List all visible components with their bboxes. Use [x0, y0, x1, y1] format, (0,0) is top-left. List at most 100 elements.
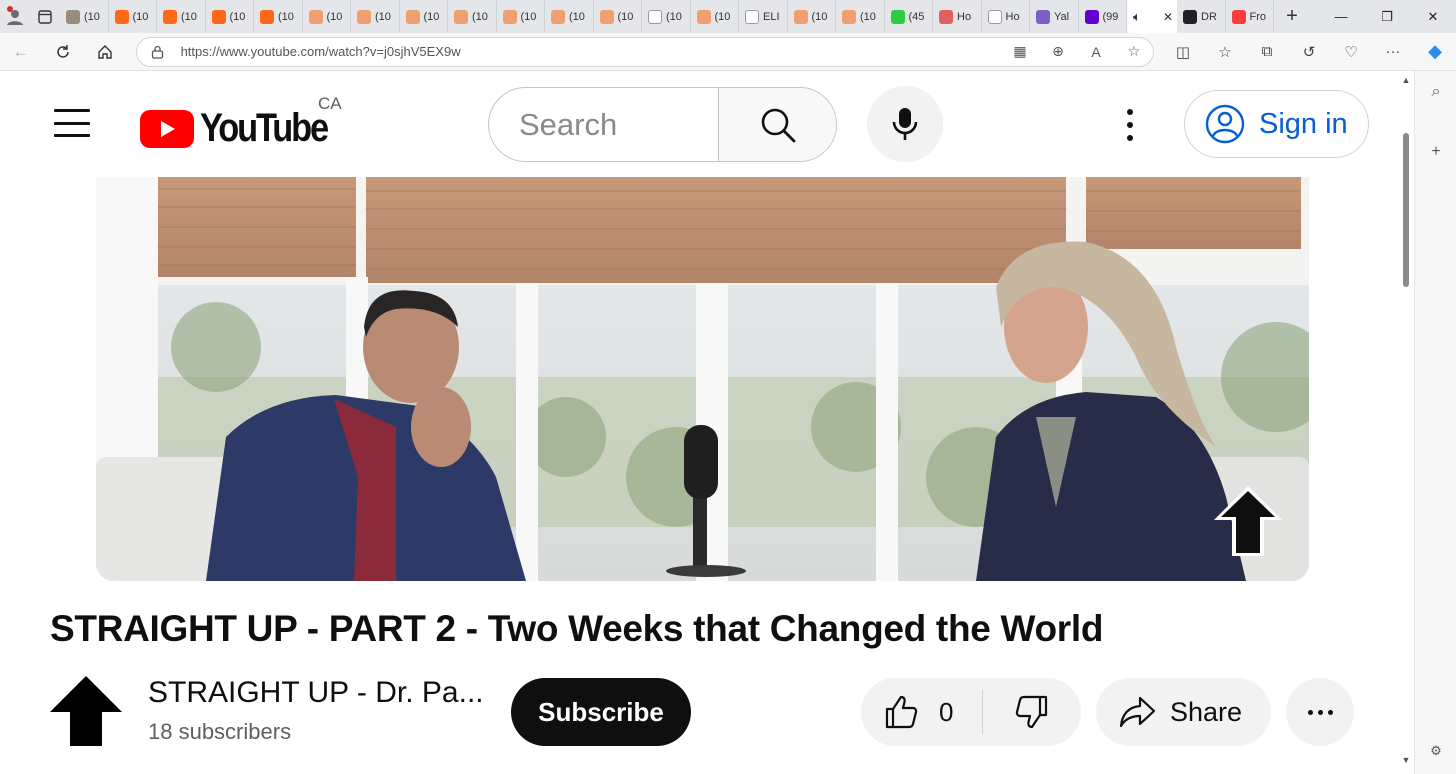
tab-2[interactable]: (10: [109, 0, 157, 33]
tab-22[interactable]: (99: [1079, 0, 1127, 33]
substack-favicon-icon: [163, 9, 177, 24]
tab-21[interactable]: Yal: [1030, 0, 1079, 33]
tab-19[interactable]: Ho: [933, 0, 982, 33]
video-player[interactable]: [96, 177, 1309, 581]
yahoo-favicon-icon: [1036, 9, 1050, 24]
browser-sidebar: ⌕ + ⚙: [1414, 71, 1456, 774]
home-button[interactable]: [84, 33, 126, 71]
substack-favicon-icon: [502, 9, 517, 24]
notification-dot: [7, 6, 13, 12]
favorite-star-icon[interactable]: ☆: [1115, 43, 1153, 60]
collections-icon[interactable]: ⧉: [1246, 33, 1288, 71]
tab-17[interactable]: (10: [836, 0, 885, 33]
search-input[interactable]: [519, 106, 718, 143]
dislike-button[interactable]: [983, 678, 1081, 746]
back-button[interactable]: ←: [0, 33, 42, 71]
guide-menu-button[interactable]: [54, 109, 90, 137]
channel-name[interactable]: STRAIGHT UP - Dr. Pa...: [148, 676, 484, 710]
tab-label: (10: [375, 10, 391, 23]
page-favicon-icon: [648, 9, 662, 24]
speaker-icon[interactable]: 🔈︎: [1133, 9, 1141, 25]
page-scrollbar[interactable]: ▲ ▼: [1398, 71, 1414, 774]
copilot-icon[interactable]: ◆: [1414, 33, 1456, 71]
browser-essentials-icon[interactable]: ♡: [1330, 33, 1372, 71]
tab-actions-button[interactable]: [30, 9, 60, 24]
new-tab-button[interactable]: +: [1274, 0, 1310, 33]
region-code: CA: [318, 94, 342, 113]
tab-8[interactable]: (10: [400, 0, 448, 33]
tab-label: (10: [472, 10, 488, 23]
more-actions-button[interactable]: [1286, 678, 1354, 746]
close-window-button[interactable]: ✕: [1410, 0, 1456, 33]
tab-active[interactable]: 🔈︎ ✕: [1127, 0, 1177, 33]
tab-10[interactable]: (10: [497, 0, 545, 33]
dr-favicon-icon: [1183, 9, 1197, 24]
scroll-down-arrow-icon[interactable]: ▼: [1398, 755, 1414, 765]
like-button[interactable]: 0: [861, 678, 982, 746]
tab-label: (10: [860, 10, 876, 23]
sidebar-add-icon[interactable]: +: [1415, 143, 1456, 161]
back-arrow-icon: ←: [12, 41, 30, 61]
tab-9[interactable]: (10: [448, 0, 497, 33]
g-favicon-icon: [890, 9, 905, 24]
split-screen-icon[interactable]: ◫: [1162, 33, 1204, 71]
settings-more-icon[interactable]: ···: [1372, 33, 1414, 71]
minimize-button[interactable]: —: [1318, 0, 1364, 33]
url-text[interactable]: https://www.youtube.com/watch?v=j0sjhV5E…: [181, 44, 1001, 59]
tab-6[interactable]: (10: [303, 0, 351, 33]
microphone-icon: [892, 108, 918, 140]
tab-1[interactable]: (10: [60, 0, 109, 33]
tab-label: (10: [326, 10, 343, 23]
channel-avatar[interactable]: [50, 676, 122, 746]
tab-25[interactable]: Fro: [1226, 0, 1274, 33]
image-favicon-icon: [66, 9, 80, 24]
tab-7[interactable]: (10: [351, 0, 400, 33]
sidebar-search-icon[interactable]: ⌕: [1415, 83, 1456, 101]
search-button[interactable]: [718, 88, 836, 161]
tab-label: Ho: [1005, 10, 1020, 23]
play-logo-icon: [140, 109, 194, 148]
restore-button[interactable]: ❐: [1364, 0, 1410, 33]
youtube-logo[interactable]: YouTube CA: [140, 94, 348, 151]
sign-in-label: Sign in: [1259, 107, 1348, 140]
tab-24[interactable]: DR: [1177, 0, 1226, 33]
zoom-icon[interactable]: ⊕: [1039, 43, 1077, 60]
profile-button[interactable]: [0, 0, 30, 33]
sidebar-settings-icon[interactable]: ⚙: [1415, 743, 1456, 759]
tab-15[interactable]: ELI: [739, 0, 788, 33]
lock-icon[interactable]: [151, 45, 167, 59]
subscribe-button[interactable]: Subscribe: [511, 678, 691, 746]
search-field[interactable]: [489, 88, 718, 161]
close-tab-button[interactable]: ✕: [1163, 10, 1177, 24]
tab-4[interactable]: (10: [206, 0, 254, 33]
scroll-up-arrow-icon[interactable]: ▲: [1398, 75, 1414, 85]
tab-13[interactable]: (10: [642, 0, 691, 33]
tab-18[interactable]: (45: [885, 0, 933, 33]
substack-favicon-icon: [551, 9, 565, 24]
substack-favicon-icon: [308, 9, 323, 24]
tab-20[interactable]: Ho: [982, 0, 1030, 33]
substack-favicon-icon: [114, 9, 129, 24]
address-bar[interactable]: https://www.youtube.com/watch?v=j0sjhV5E…: [135, 36, 1155, 67]
favorites-icon[interactable]: ☆: [1204, 33, 1246, 71]
scrollbar-thumb[interactable]: [1403, 133, 1409, 287]
voice-search-button[interactable]: [867, 86, 943, 162]
tab-11[interactable]: (10: [545, 0, 594, 33]
tab-14[interactable]: (10: [691, 0, 739, 33]
search-icon: [761, 108, 795, 142]
tab-12[interactable]: (10: [594, 0, 642, 33]
tab-3[interactable]: (10: [157, 0, 206, 33]
tab-5[interactable]: (10: [254, 0, 303, 33]
read-aloud-icon[interactable]: A: [1077, 44, 1115, 60]
tab-label: (10: [617, 10, 634, 23]
refresh-button[interactable]: [42, 33, 84, 71]
history-icon[interactable]: ↺: [1288, 33, 1330, 71]
youtube-header: YouTube CA Sign in: [0, 71, 1398, 177]
settings-menu-button[interactable]: [1114, 105, 1146, 145]
account-circle-icon: [1205, 104, 1245, 144]
sign-in-button[interactable]: Sign in: [1184, 90, 1369, 158]
app-available-icon[interactable]: ▦: [1001, 43, 1039, 60]
tab-16[interactable]: (10: [788, 0, 836, 33]
substack-favicon-icon: [842, 9, 856, 24]
share-button[interactable]: Share: [1096, 678, 1271, 746]
